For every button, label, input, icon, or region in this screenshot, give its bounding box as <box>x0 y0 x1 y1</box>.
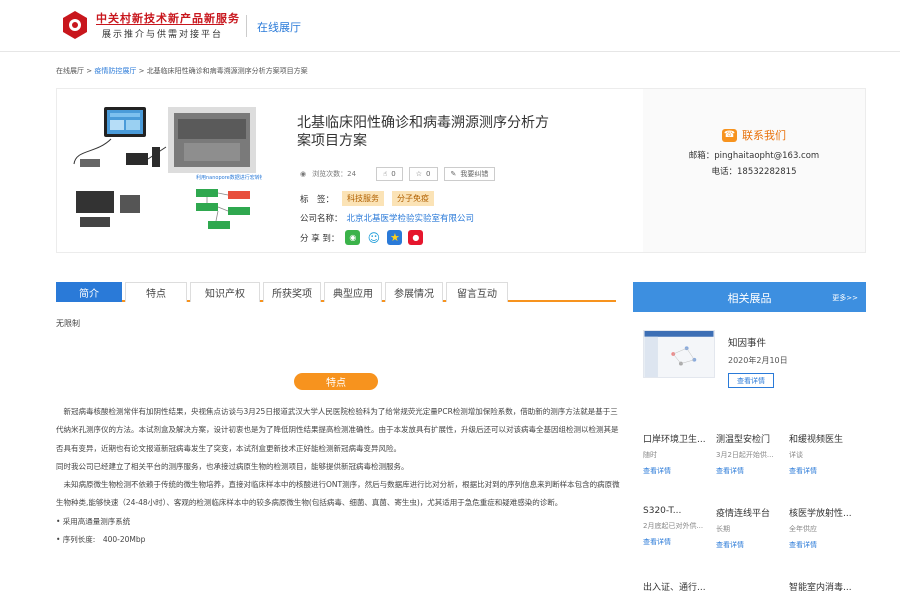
view-details-button[interactable]: 查看详情 <box>728 373 774 388</box>
product-meta: ◉ 浏览次数：24 ☝ 0 ☆ 0 ✎ 我要纠错 <box>300 167 496 181</box>
related-item-title[interactable]: 和缓视频医生 <box>789 432 865 445</box>
related-item-link[interactable]: 查看详情 <box>643 466 719 476</box>
tab-messages[interactable]: 留言互动 <box>446 282 508 302</box>
breadcrumb-current: 北基临床阳性确诊和病毒溯源测序分析方案项目方案 <box>146 67 308 75</box>
thumbs-up-icon: ☝ <box>383 170 388 178</box>
tab-applications[interactable]: 典型应用 <box>324 282 382 302</box>
related-item-link[interactable]: 查看详情 <box>716 540 792 550</box>
correction-label: 我要纠错 <box>460 170 489 178</box>
eye-icon: ◉ <box>300 170 307 178</box>
tag-item[interactable]: 科技服务 <box>342 191 385 206</box>
body-paragraph: • 采用高通量测序系统 <box>56 516 131 526</box>
related-item-link[interactable]: 查看详情 <box>789 466 865 476</box>
favorite-count: 0 <box>426 170 431 178</box>
contact-phone: 电话：18532282815 <box>711 167 797 177</box>
related-item-sub: 全年供应 <box>789 525 817 533</box>
related-item[interactable]: 测温型安检门 3月2日起开始供... 查看详情 <box>716 432 792 476</box>
tab-ip[interactable]: 知识产权 <box>190 282 260 302</box>
view-count: 浏览次数：24 <box>312 170 357 178</box>
related-title-text[interactable]: 知因事件 <box>728 335 766 349</box>
related-item-sub: 3月2日起开始供... <box>716 451 774 459</box>
breadcrumb-separator: > <box>138 67 145 75</box>
features-body: 新冠病毒核酸检测常伴有加阴性结果，央视焦点访谈与3月25日报道武汉大学人民医院检… <box>56 403 622 549</box>
related-title: 相关展品 <box>727 292 772 305</box>
related-item-sub: 随时 <box>643 451 657 459</box>
body-paragraph: • 序列长度: 400-20Mbp <box>56 535 146 545</box>
logo-subtitle: 展示推介与供需对接平台 <box>102 30 224 40</box>
tab-exhibitions[interactable]: 参展情况 <box>385 282 443 302</box>
site-logo-icon[interactable] <box>62 10 88 40</box>
qq-icon[interactable]: ☺ <box>366 230 382 245</box>
breadcrumb-home[interactable]: 在线展厅 <box>56 67 84 75</box>
correction-button[interactable]: ✎ 我要纠错 <box>443 167 496 181</box>
contact-title-label: 联系我们 <box>742 129 786 142</box>
related-item-title[interactable]: 智能室内消毒... <box>789 580 865 593</box>
company-link[interactable]: 北京北基医学检验实验室有限公司 <box>347 212 475 224</box>
tag-item[interactable]: 分子免疫 <box>392 191 435 206</box>
share-row: 分 享 到： ◉ ☺ ★ ● <box>300 230 424 245</box>
related-item-title[interactable]: 疫情连线平台 <box>716 506 792 519</box>
weibo-icon[interactable]: ● <box>408 230 424 245</box>
related-item-link[interactable]: 查看详情 <box>643 537 719 547</box>
company-label: 公司名称： <box>300 214 343 224</box>
related-item-title[interactable]: 出入证、通行... <box>643 580 719 593</box>
wechat-icon[interactable]: ◉ <box>345 230 361 245</box>
phone-icon: ☎ <box>722 128 737 142</box>
breadcrumb-separator: > <box>86 67 93 75</box>
related-item-link[interactable]: 查看详情 <box>789 540 865 550</box>
body-paragraph: 同时我公司已经建立了相关平台的测序服务，也承接过病原生物的检测项目，能够提供新冠… <box>56 461 409 471</box>
related-item-title[interactable]: 测温型安检门 <box>716 432 792 445</box>
like-count: 0 <box>391 170 396 178</box>
product-image[interactable]: 利用nanopore数据进行宏转检测 <box>66 99 262 241</box>
more-link[interactable]: 更多>> <box>832 293 858 303</box>
related-featured: 知因事件 2020年2月10日 查看详情 <box>633 318 866 404</box>
contact-box: ☎ 联系我们 邮箱：pinghaitaopht@163.com 电话：18532… <box>643 89 865 252</box>
related-item-title[interactable]: S320-T... <box>643 506 719 516</box>
related-item-title[interactable]: 核医学放射性... <box>789 506 865 519</box>
tab-features[interactable]: 特点 <box>125 282 187 302</box>
related-thumbnail[interactable] <box>643 330 715 378</box>
tab-intro[interactable]: 简介 <box>56 282 122 302</box>
product-title: 北基临床阳性确诊和病毒溯源测序分析方案项目方案 <box>297 115 549 149</box>
related-header: 相关展品 更多>> <box>633 282 866 312</box>
contact-email: 邮箱：pinghaitaopht@163.com <box>688 151 820 161</box>
related-item[interactable]: 和缓视频医生 详谈 查看详情 <box>789 432 865 476</box>
body-paragraph: 新冠病毒核酸检测常伴有加阴性结果，央视焦点访谈与3月25日报道武汉大学人民医院检… <box>56 407 619 453</box>
related-item[interactable]: 出入证、通行... <box>643 580 719 593</box>
section-title: 特点 <box>294 373 378 390</box>
body-paragraph: 未知病原微生物检测不依赖于传统的微生物培养，直接对临床样本中的核酸进行ONT测序… <box>56 480 620 508</box>
star-icon: ☆ <box>415 170 423 178</box>
tags-row: 标 签： 科技服务 分子免疫 <box>300 191 435 206</box>
share-label: 分 享 到： <box>300 233 340 244</box>
contact-title: ☎ 联系我们 <box>643 127 865 143</box>
product-panel: 利用nanopore数据进行宏转检测 北基临床阳性确诊和病毒溯源测序分析方案项目… <box>56 88 866 253</box>
company-row: 公司名称： 北京北基医学检验实验室有限公司 <box>300 212 474 224</box>
svg-text:利用nanopore数据进行宏转检测: 利用nanopore数据进行宏转检测 <box>196 174 262 181</box>
related-item-link[interactable]: 查看详情 <box>716 466 792 476</box>
edit-icon: ✎ <box>450 170 457 178</box>
channel-link[interactable]: 在线展厅 <box>257 19 301 35</box>
related-item[interactable]: 口岸环境卫生... 随时 查看详情 <box>643 432 719 476</box>
favorite-button[interactable]: ☆ 0 <box>408 167 438 181</box>
site-header: 中关村新技术新产品新服务 展示推介与供需对接平台 在线展厅 <box>0 0 900 52</box>
related-item-sub: 详谈 <box>789 451 803 459</box>
breadcrumb: 在线展厅 > 疫情防控展厅 > 北基临床阳性确诊和病毒溯源测序分析方案项目方案 <box>56 66 308 76</box>
related-item[interactable]: 核医学放射性... 全年供应 查看详情 <box>789 506 865 550</box>
related-item[interactable]: 疫情连线平台 长期 查看详情 <box>716 506 792 550</box>
tab-awards[interactable]: 所获奖项 <box>263 282 321 302</box>
tags-label: 标 签： <box>300 194 335 205</box>
related-date: 2020年2月10日 <box>728 356 788 365</box>
related-item-title[interactable]: 口岸环境卫生... <box>643 432 719 445</box>
header-divider <box>246 15 247 37</box>
qzone-icon[interactable]: ★ <box>387 230 403 245</box>
logo-rule <box>96 24 224 25</box>
related-item[interactable]: S320-T... 2月底起已对外供... 查看详情 <box>643 506 719 547</box>
like-button[interactable]: ☝ 0 <box>376 167 403 181</box>
related-item[interactable]: 智能室内消毒... <box>789 580 865 593</box>
detail-tabs: 简介 特点 知识产权 所获奖项 典型应用 参展情况 留言互动 <box>56 282 616 302</box>
related-item-sub: 2月底起已对外供... <box>643 522 704 530</box>
intro-text: 无限制 <box>56 319 80 328</box>
breadcrumb-section[interactable]: 疫情防控展厅 <box>94 67 136 75</box>
related-item-sub: 长期 <box>716 525 730 533</box>
